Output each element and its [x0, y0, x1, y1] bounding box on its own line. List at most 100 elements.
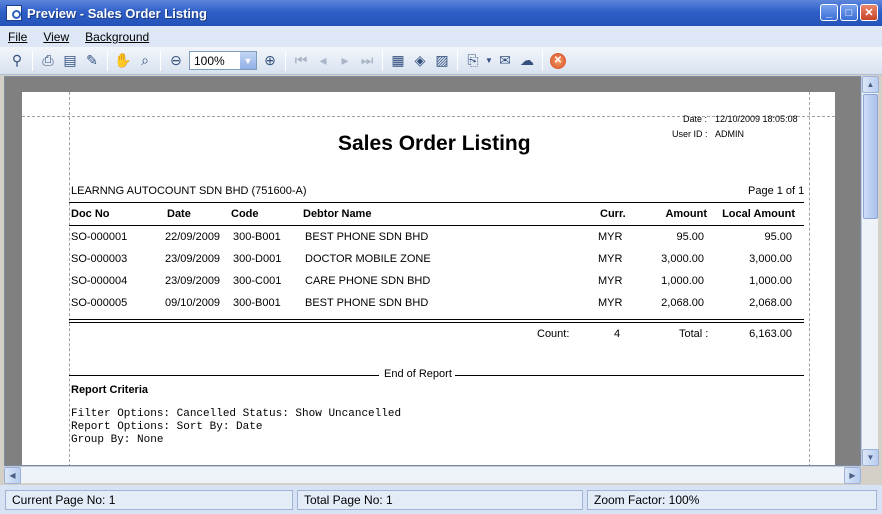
- last-page-icon[interactable]: ⏭: [356, 50, 378, 72]
- toolbar-separator: [382, 50, 383, 71]
- criteria-line: Report Options: Sort By: Date: [71, 421, 263, 433]
- totals-top-rule: [69, 319, 804, 320]
- company-name: LEARNNG AUTOCOUNT SDN BHD (751600-A): [71, 185, 307, 197]
- menu-background[interactable]: Background: [85, 30, 149, 44]
- table-cell: 23/09/2009: [165, 275, 221, 287]
- toolbar-separator: [32, 50, 33, 71]
- toolbar-separator: [107, 50, 108, 71]
- col-local-amount: Local Amount: [722, 208, 795, 220]
- multiple-pages-icon[interactable]: ▦: [387, 50, 409, 72]
- date-label: Date :: [683, 114, 708, 124]
- table-cell: 2,068.00: [661, 297, 704, 309]
- page-setup-icon[interactable]: ✎: [81, 50, 103, 72]
- email-icon[interactable]: ✉: [494, 50, 516, 72]
- margin-guide: [22, 116, 835, 117]
- background-color-icon[interactable]: ◈: [409, 50, 431, 72]
- end-of-report-rule: [69, 375, 379, 376]
- close-button[interactable]: ✕: [860, 4, 878, 21]
- report-title: Sales Order Listing: [338, 132, 531, 155]
- print-icon[interactable]: ⎙: [37, 50, 59, 72]
- zoom-combobox[interactable]: 100% ▼: [189, 51, 257, 70]
- exit-button[interactable]: ✕: [547, 50, 569, 72]
- preview-app-icon: [6, 5, 22, 21]
- table-cell: 3,000.00: [749, 253, 792, 265]
- toolbar-separator: [285, 50, 286, 71]
- chevron-down-icon[interactable]: ▼: [240, 52, 256, 69]
- col-debtor-name: Debtor Name: [303, 208, 372, 220]
- header-bottom-rule: [69, 225, 804, 226]
- table-cell: MYR: [598, 253, 623, 265]
- table-cell: MYR: [598, 297, 623, 309]
- col-currency: Curr.: [600, 208, 626, 220]
- table-cell: 300-C001: [233, 275, 282, 287]
- table-cell: BEST PHONE SDN BHD: [305, 297, 429, 309]
- quick-print-icon[interactable]: ▤: [59, 50, 81, 72]
- table-cell: MYR: [598, 275, 623, 287]
- criteria-line: Group By: None: [71, 434, 164, 446]
- hand-tool-icon[interactable]: ✋: [112, 50, 134, 72]
- user-id-label: User ID :: [672, 129, 708, 139]
- end-of-report-rule: [455, 375, 804, 376]
- table-cell: 95.00: [764, 231, 792, 243]
- col-doc-no: Doc No: [71, 208, 110, 220]
- menu-file[interactable]: File: [8, 30, 27, 44]
- zoom-out-icon[interactable]: ⊖: [165, 50, 187, 72]
- toolbar-separator: [160, 50, 161, 71]
- cloud-icon[interactable]: ☁: [516, 50, 538, 72]
- horizontal-scrollbar[interactable]: ◀ ▶: [4, 466, 861, 484]
- vertical-scrollbar[interactable]: ▲ ▼: [861, 76, 879, 466]
- report-page: Date : 12/10/2009 18:05:08 User ID : ADM…: [22, 92, 835, 465]
- next-page-icon[interactable]: ▸: [334, 50, 356, 72]
- scroll-right-icon[interactable]: ▶: [844, 467, 861, 484]
- totals-top-rule: [69, 322, 804, 323]
- table-cell: 2,068.00: [749, 297, 792, 309]
- menu-view[interactable]: View: [43, 30, 69, 44]
- zoom-in-icon[interactable]: ⊕: [259, 50, 281, 72]
- vertical-scroll-thumb[interactable]: [863, 94, 878, 219]
- scroll-left-icon[interactable]: ◀: [4, 467, 21, 484]
- first-page-icon[interactable]: ⏮: [290, 50, 312, 72]
- find-icon[interactable]: ⚲: [6, 50, 28, 72]
- table-cell: 300-B001: [233, 297, 281, 309]
- toolbar-separator: [542, 50, 543, 71]
- user-id-value: ADMIN: [715, 129, 744, 139]
- table-cell: SO-000004: [71, 275, 128, 287]
- previous-page-icon[interactable]: ◂: [312, 50, 334, 72]
- margin-guide: [69, 92, 70, 465]
- table-cell: BEST PHONE SDN BHD: [305, 231, 429, 243]
- table-cell: 300-B001: [233, 231, 281, 243]
- table-cell: 22/09/2009: [165, 231, 221, 243]
- exit-icon: ✕: [550, 52, 566, 69]
- minimize-button[interactable]: _: [820, 4, 838, 21]
- criteria-line: Filter Options: Cancelled Status: Show U…: [71, 408, 402, 420]
- end-of-report-label: End of Report: [384, 368, 452, 380]
- export-dropdown-icon[interactable]: ▼: [484, 50, 494, 72]
- table-cell: 09/10/2009: [165, 297, 221, 309]
- total-label: Total :: [679, 328, 709, 340]
- total-value: 6,163.00: [749, 328, 792, 340]
- toolbar: ⚲ ⎙ ▤ ✎ ✋ ⌕ ⊖ 100% ▼ ⊕ ⏮ ◂ ▸ ⏭ ▦ ◈ ▨ ⎘ ▼…: [0, 47, 882, 75]
- table-cell: 1,000.00: [661, 275, 704, 287]
- maximize-button[interactable]: □: [840, 4, 858, 21]
- window-title: Preview - Sales Order Listing: [27, 5, 207, 21]
- table-cell: MYR: [598, 231, 623, 243]
- count-value: 4: [614, 328, 621, 340]
- table-cell: 95.00: [676, 231, 704, 243]
- table-cell: 1,000.00: [749, 275, 792, 287]
- header-top-rule: [69, 202, 804, 203]
- scroll-down-icon[interactable]: ▼: [862, 449, 879, 466]
- scroll-up-icon[interactable]: ▲: [862, 76, 879, 93]
- magnifier-icon[interactable]: ⌕: [134, 50, 156, 72]
- date-value: 12/10/2009 18:05:08: [715, 114, 798, 124]
- scrollbar-corner: [861, 466, 878, 483]
- col-amount: Amount: [665, 208, 707, 220]
- preview-viewport[interactable]: Date : 12/10/2009 18:05:08 User ID : ADM…: [4, 76, 861, 466]
- zoom-factor-status: Zoom Factor: 100%: [587, 489, 877, 510]
- margin-guide: [809, 92, 810, 465]
- export-icon[interactable]: ⎘: [462, 50, 484, 72]
- table-cell: SO-000005: [71, 297, 128, 309]
- table-cell: SO-000001: [71, 231, 128, 243]
- title-bar: Preview - Sales Order Listing _ □ ✕: [0, 0, 882, 26]
- table-cell: DOCTOR MOBILE ZONE: [305, 253, 431, 265]
- watermark-icon[interactable]: ▨: [431, 50, 453, 72]
